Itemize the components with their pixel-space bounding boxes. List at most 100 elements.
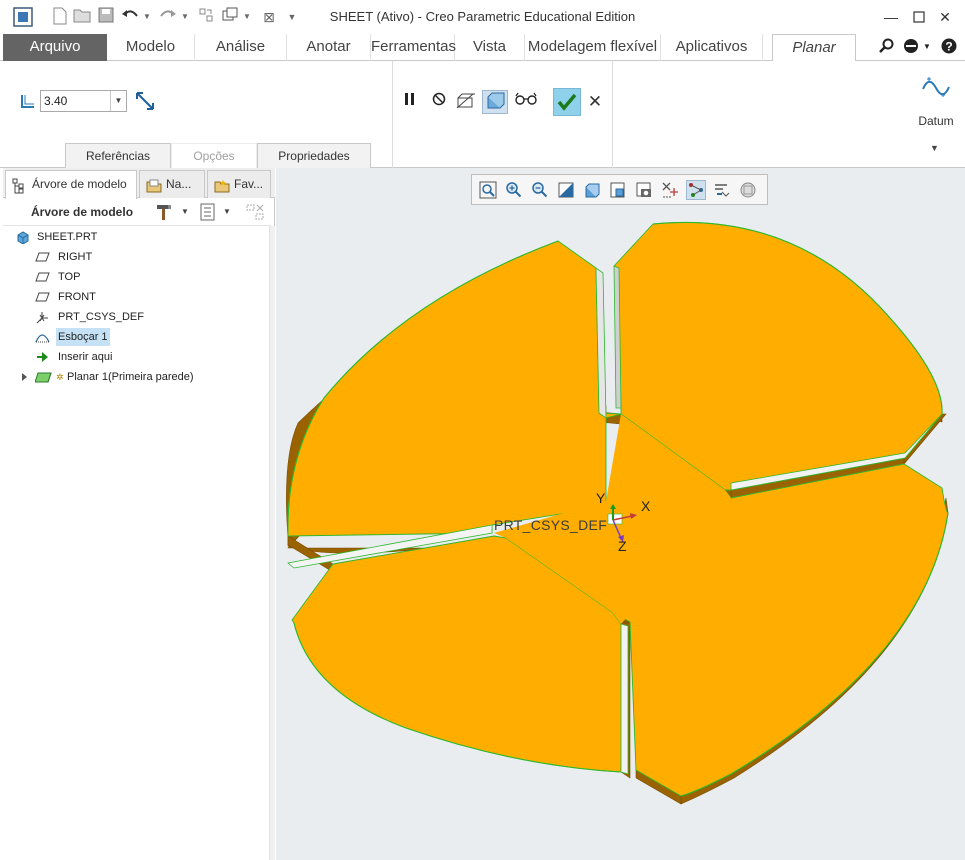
no-preview-icon[interactable] <box>429 92 449 112</box>
refit-icon[interactable] <box>478 180 498 200</box>
part-icon <box>16 230 31 245</box>
windows-dropdown-icon[interactable]: ▼ <box>242 7 252 27</box>
zoom-in-icon[interactable] <box>504 180 524 200</box>
help-icon[interactable]: ? <box>940 38 958 56</box>
customize-icon[interactable]: ▼ <box>286 7 298 27</box>
subtab-propriedades[interactable]: Propriedades <box>257 143 371 168</box>
thickness-dropdown-icon[interactable]: ▼ <box>110 91 126 111</box>
tab-arquivo[interactable]: Arquivo <box>3 34 107 61</box>
new-icon[interactable] <box>50 7 70 27</box>
ribbon-planar: ▼ ✕ Datum ▼ Referências Opções Proprieda… <box>0 61 965 168</box>
tree-item-label: FRONT <box>58 291 96 303</box>
tab-planar[interactable]: Planar <box>772 34 856 62</box>
settings-dropdown-icon[interactable]: ▼ <box>181 207 189 216</box>
pause-icon[interactable] <box>400 92 420 112</box>
geometry-preview-icon[interactable] <box>455 92 476 112</box>
axis-x-label: X <box>641 498 651 514</box>
show-dropdown-icon[interactable]: ▼ <box>223 207 231 216</box>
minimize-button[interactable]: — <box>878 6 904 28</box>
tab-folder-browser-label: Na... <box>166 177 192 191</box>
saved-orientations-icon[interactable] <box>608 180 628 200</box>
model-tree-header: Árvore de modelo ▼ ▼ <box>3 198 271 226</box>
maximize-button[interactable] <box>906 6 932 28</box>
navigator-tabs: Árvore de modelo Na... Fav... <box>3 168 275 199</box>
thickness-icon <box>20 93 36 109</box>
navigator-panel: Árvore de modelo Na... Fav... Árvore de … <box>3 168 275 860</box>
expand-arrow-icon[interactable] <box>21 370 29 384</box>
filter-icon[interactable] <box>245 202 267 222</box>
community-dropdown-icon[interactable]: ▼ <box>922 38 932 56</box>
csys-icon <box>35 310 50 324</box>
cancel-button[interactable]: ✕ <box>585 92 605 112</box>
redo-icon[interactable] <box>158 7 178 27</box>
tree-item-label: Esboçar 1 <box>56 328 110 346</box>
annotation-display-icon[interactable] <box>712 180 732 200</box>
datum-plane-icon <box>35 270 50 284</box>
datum-label: Datum <box>918 114 954 128</box>
tree-item-label: Inserir aqui <box>58 351 113 363</box>
sketch-icon <box>35 330 50 344</box>
windows-icon[interactable] <box>220 7 240 27</box>
new-feature-marker-icon: ✲ <box>56 372 64 382</box>
svg-text:?: ? <box>945 40 952 54</box>
app-icon[interactable] <box>12 7 34 27</box>
repaint-icon[interactable] <box>556 180 576 200</box>
settings-hammer-icon[interactable] <box>155 202 177 222</box>
tab-anotar[interactable]: Anotar <box>287 34 371 61</box>
close-button[interactable]: ✕ <box>932 6 958 28</box>
undo-icon[interactable] <box>120 7 140 27</box>
tab-vista[interactable]: Vista <box>455 34 525 61</box>
ribbon-separator <box>612 61 613 168</box>
datum-dropdown-icon[interactable]: ▼ <box>930 143 939 153</box>
show-list-icon[interactable] <box>199 202 221 222</box>
datum-display-filters-icon[interactable] <box>660 180 680 200</box>
spin-center-icon[interactable] <box>686 180 706 200</box>
community-icon[interactable] <box>902 38 920 56</box>
save-icon[interactable] <box>96 7 116 27</box>
tab-model-tree[interactable]: Árvore de modelo <box>5 170 137 199</box>
tree-item-label: RIGHT <box>58 251 93 263</box>
sheetmetal-model[interactable] <box>276 168 965 860</box>
tab-favorites[interactable]: Fav... <box>207 170 271 198</box>
planar-wall-icon <box>34 370 53 384</box>
csys-label: PRT_CSYS_DEF <box>494 517 608 533</box>
tab-ferramentas[interactable]: Ferramentas <box>371 34 456 61</box>
redo-dropdown-icon[interactable]: ▼ <box>180 7 190 27</box>
zoom-out-icon[interactable] <box>530 180 550 200</box>
tree-item-label: SHEET.PRT <box>37 231 98 243</box>
verify-glasses-icon[interactable] <box>514 92 538 112</box>
flip-thickness-icon[interactable] <box>134 90 156 112</box>
tree-scrollbar[interactable] <box>269 226 275 860</box>
tab-modelagem-flexivel[interactable]: Modelagem flexível <box>525 34 661 61</box>
subtab-referencias[interactable]: Referências <box>65 143 171 168</box>
thickness-input[interactable] <box>41 91 109 111</box>
tab-folder-browser[interactable]: Na... <box>139 170 205 198</box>
datum-curve-icon <box>922 77 950 97</box>
tab-aplicativos[interactable]: Aplicativos <box>661 34 763 61</box>
axis-z-label: Z <box>618 538 627 554</box>
appearance-icon[interactable] <box>738 180 758 200</box>
tab-modelo[interactable]: Modelo <box>107 34 195 61</box>
insert-here-icon <box>35 350 50 364</box>
model-tree-title: Árvore de modelo <box>31 205 134 219</box>
regenerate-icon[interactable] <box>196 7 216 27</box>
display-style-icon[interactable] <box>582 180 602 200</box>
graphics-window[interactable]: PRT_CSYS_DEF Y X Z <box>276 168 965 860</box>
folder-icon <box>146 177 162 193</box>
view-manager-icon[interactable] <box>634 180 654 200</box>
open-icon[interactable] <box>72 7 92 27</box>
axis-y-label: Y <box>596 490 606 506</box>
tab-favorites-label: Fav... <box>234 177 264 191</box>
datum-group[interactable]: Datum ▼ <box>910 67 962 163</box>
close-window-icon[interactable]: ⊠ <box>260 7 278 27</box>
graphics-toolbar <box>471 174 768 205</box>
tab-model-tree-label: Árvore de modelo <box>32 177 127 191</box>
undo-dropdown-icon[interactable]: ▼ <box>142 7 152 27</box>
thickness-field[interactable]: ▼ <box>40 90 127 112</box>
favorites-icon <box>214 177 230 193</box>
ok-button[interactable] <box>553 88 581 116</box>
feature-preview-icon[interactable] <box>482 90 508 114</box>
search-icon[interactable] <box>878 38 896 56</box>
tab-analise[interactable]: Análise <box>195 34 287 61</box>
tree-item-label: Planar 1(Primeira parede) <box>67 371 194 383</box>
